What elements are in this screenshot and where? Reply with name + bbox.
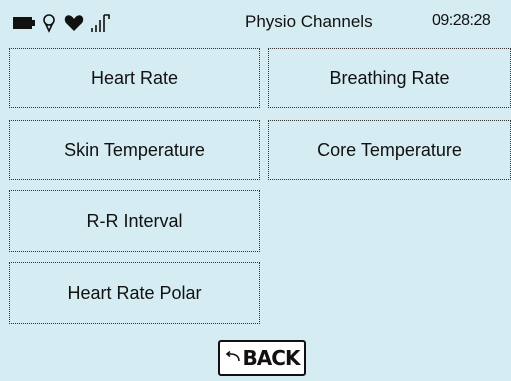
tile-label: Core Temperature	[317, 139, 462, 160]
signal-icon	[91, 14, 110, 32]
tile-core-temperature[interactable]: Core Temperature	[268, 120, 511, 180]
tile-rr-interval[interactable]: R-R Interval	[9, 190, 260, 252]
tile-label: Breathing Rate	[329, 67, 450, 88]
heart-icon	[64, 15, 84, 31]
status-bar: Physio Channels 09:28:28	[0, 0, 511, 44]
tile-heart-rate[interactable]: Heart Rate	[9, 48, 260, 108]
tile-breathing-rate[interactable]: Breathing Rate	[268, 48, 511, 108]
tile-label: R-R Interval	[86, 210, 183, 231]
tile-skin-temperature[interactable]: Skin Temperature	[9, 120, 260, 180]
tile-label: Heart Rate Polar	[67, 282, 202, 303]
back-arrow-icon	[225, 351, 240, 362]
tile-label: Heart Rate	[90, 67, 179, 88]
tile-label: Skin Temperature	[64, 139, 205, 160]
back-button[interactable]: BACK	[218, 340, 306, 376]
clock: 09:28:28	[432, 12, 491, 29]
battery-icon	[13, 17, 35, 29]
tile-heart-rate-polar[interactable]: Heart Rate Polar	[9, 262, 260, 324]
back-label: BACK	[242, 346, 301, 370]
location-pin-icon	[43, 14, 55, 33]
screen-title: Physio Channels	[245, 12, 373, 31]
